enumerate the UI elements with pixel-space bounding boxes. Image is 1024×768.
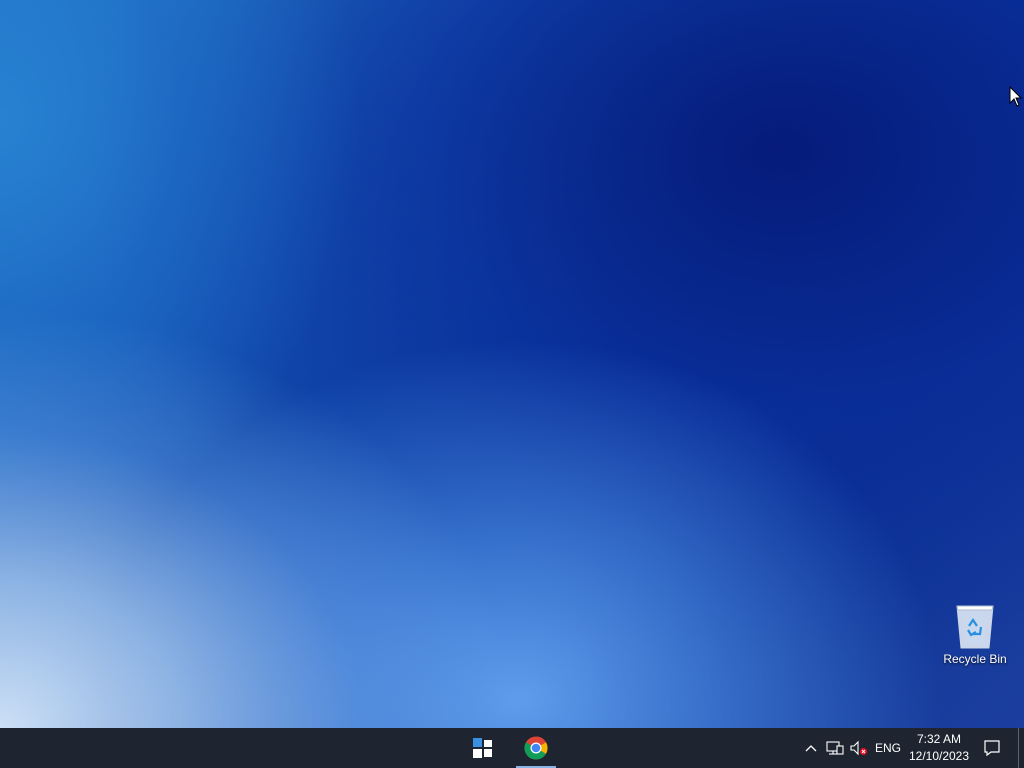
- network-icon: [826, 741, 844, 755]
- network-button[interactable]: [823, 728, 847, 768]
- recycle-bin-shortcut[interactable]: Recycle Bin: [936, 598, 1014, 666]
- show-desktop-button[interactable]: [1018, 728, 1024, 768]
- taskbar: ENG 7:32 AM 12/10/2023: [0, 728, 1024, 768]
- action-center-button[interactable]: [980, 728, 1004, 768]
- taskbar-app-chrome[interactable]: [516, 728, 556, 768]
- start-button[interactable]: [462, 728, 504, 768]
- windows-start-icon: [473, 738, 492, 758]
- recycle-bin-label: Recycle Bin: [943, 652, 1007, 666]
- clock-date: 12/10/2023: [908, 749, 970, 763]
- clock-button[interactable]: 7:32 AM 12/10/2023: [906, 728, 972, 768]
- notification-icon: [984, 740, 1000, 757]
- chevron-up-icon: [805, 745, 817, 752]
- desktop: Recycle Bin: [0, 0, 1024, 728]
- show-hidden-icons-button[interactable]: [801, 728, 821, 768]
- volume-button[interactable]: [848, 728, 870, 768]
- volume-muted-icon: [850, 740, 867, 756]
- clock-time: 7:32 AM: [916, 732, 962, 746]
- input-language-button[interactable]: ENG: [872, 728, 904, 768]
- chrome-icon: [524, 736, 548, 760]
- recycle-bin-icon: [956, 605, 994, 649]
- mouse-cursor-icon: [1009, 86, 1023, 107]
